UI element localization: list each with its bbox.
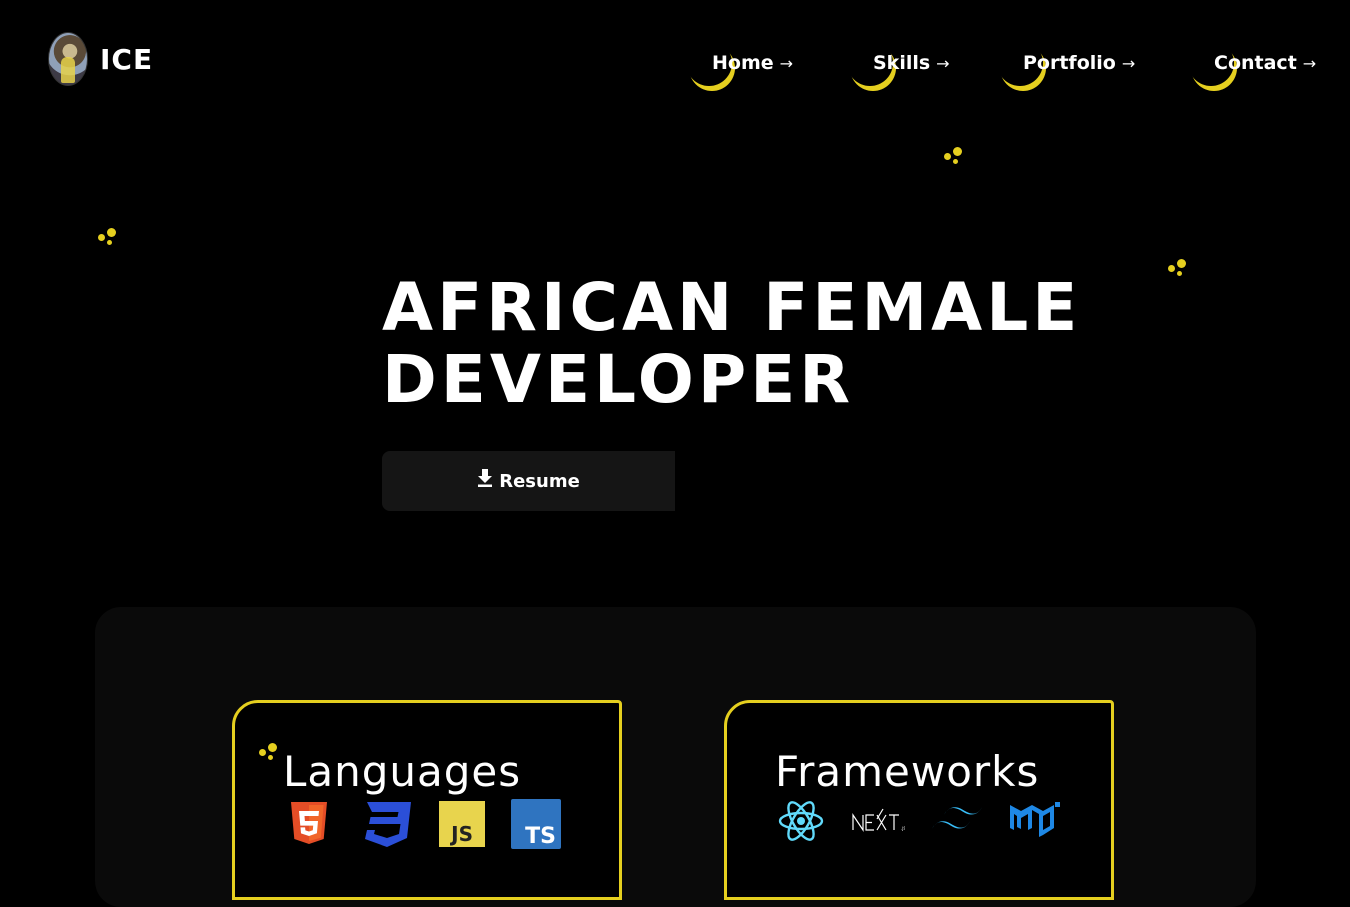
hero-title: AFRICAN FEMALE DEVELOPER: [382, 272, 1082, 416]
languages-logo-row: JS TS: [285, 799, 587, 849]
download-icon: [478, 469, 493, 487]
react-icon: [778, 801, 824, 841]
svg-text:TS: TS: [525, 824, 556, 849]
hero: AFRICAN FEMALE DEVELOPER: [382, 272, 1082, 416]
nav-label-contact: Contact: [1214, 52, 1297, 74]
typescript-icon: TS: [511, 799, 561, 849]
javascript-icon: JS: [439, 801, 485, 847]
css3-icon: [365, 802, 411, 847]
tailwind-icon: [932, 806, 983, 829]
svg-text:JS: JS: [449, 822, 473, 846]
nav-label-skills: Skills: [873, 52, 931, 74]
decorative-dots-icon: [1168, 259, 1190, 281]
arrow-right-icon: →: [1302, 53, 1317, 73]
nav-label-home: Home: [712, 52, 774, 74]
arrow-right-icon: →: [1121, 53, 1136, 73]
nav-label-portfolio: Portfolio: [1023, 52, 1116, 74]
card-title-languages: Languages: [283, 747, 522, 796]
nav-item-home[interactable]: Home →: [686, 38, 793, 88]
material-ui-icon: [1010, 802, 1060, 837]
decorative-dots-icon: [944, 147, 966, 169]
decorative-dots-icon: [259, 743, 281, 765]
resume-label: Resume: [499, 470, 580, 492]
hero-title-line-2: DEVELOPER: [382, 341, 855, 418]
top-navigation-bar: ICE Home → Skills → Portfolio → Contact …: [0, 0, 1350, 120]
arrow-right-icon: →: [936, 53, 950, 73]
resume-download-button[interactable]: Resume: [382, 451, 675, 511]
hero-title-line-1: AFRICAN FEMALE: [382, 269, 1082, 346]
nextjs-icon: .JS: [852, 808, 905, 832]
nav-item-portfolio[interactable]: Portfolio →: [997, 38, 1135, 88]
frameworks-logo-row: .JS: [777, 799, 1087, 843]
frameworks-card: Frameworks .JS: [724, 700, 1114, 900]
arrow-right-icon: →: [779, 53, 794, 73]
card-title-frameworks: Frameworks: [775, 747, 1040, 796]
nav-item-contact[interactable]: Contact →: [1188, 38, 1316, 88]
languages-card: Languages JS TS: [232, 700, 622, 900]
nav-item-skills[interactable]: Skills →: [847, 38, 950, 88]
html5-icon: [291, 802, 327, 844]
decorative-dots-icon: [98, 228, 120, 250]
svg-text:.JS: .JS: [901, 826, 905, 831]
main-nav: Home → Skills → Portfolio → Contact →: [0, 38, 1350, 88]
